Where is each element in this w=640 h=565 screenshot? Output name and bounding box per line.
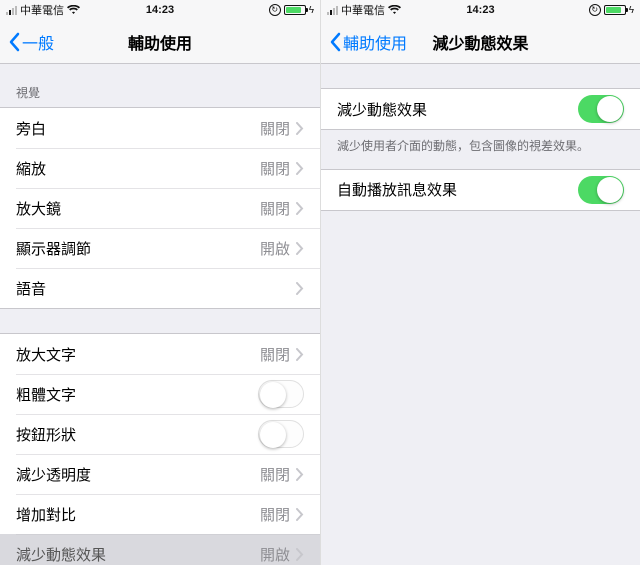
section-footer: 減少使用者介面的動態，包含圖像的視差效果。 bbox=[321, 130, 640, 169]
row-reduce-transparency[interactable]: 減少透明度 關閉 bbox=[0, 454, 320, 494]
row-label: 減少透明度 bbox=[16, 464, 91, 485]
nav-bar: 輔助使用 減少動態效果 bbox=[321, 20, 640, 64]
chevron-right-icon bbox=[296, 242, 304, 255]
row-button-shapes[interactable]: 按鈕形狀 bbox=[0, 414, 320, 454]
row-value: 關閉 bbox=[260, 504, 290, 525]
back-button[interactable]: 輔助使用 bbox=[329, 30, 407, 54]
back-label: 一般 bbox=[22, 30, 54, 54]
row-label: 按鈕形狀 bbox=[16, 424, 76, 445]
row-label: 減少動態效果 bbox=[337, 99, 427, 120]
row-label: 增加對比 bbox=[16, 504, 76, 525]
row-value: 關閉 bbox=[260, 158, 290, 179]
chevron-right-icon bbox=[296, 508, 304, 521]
settings-list[interactable]: 減少動態效果 減少使用者介面的動態，包含圖像的視差效果。 自動播放訊息效果 bbox=[321, 64, 640, 565]
chevron-right-icon bbox=[296, 202, 304, 215]
phone-right: 中華電信 14:23 ↻ ϟ 輔助使用 減少動態效果 bbox=[320, 0, 640, 565]
row-label: 放大文字 bbox=[16, 344, 76, 365]
chevron-right-icon bbox=[296, 162, 304, 175]
row-magnifier[interactable]: 放大鏡 關閉 bbox=[0, 188, 320, 228]
status-bar: 中華電信 14:23 ↻ ϟ bbox=[321, 0, 640, 20]
battery-icon bbox=[604, 5, 626, 15]
nav-bar: 一般 輔助使用 bbox=[0, 20, 320, 64]
status-time: 14:23 bbox=[0, 4, 320, 16]
row-zoom[interactable]: 縮放 關閉 bbox=[0, 148, 320, 188]
row-label: 放大鏡 bbox=[16, 198, 61, 219]
chevron-right-icon bbox=[296, 348, 304, 361]
row-label: 自動播放訊息效果 bbox=[337, 179, 457, 200]
row-value: 關閉 bbox=[260, 118, 290, 139]
row-value: 關閉 bbox=[260, 198, 290, 219]
settings-list[interactable]: 視覺 旁白 關閉 縮放 關閉 放大鏡 關閉 顯示器調節 開啟 bbox=[0, 64, 320, 565]
phone-left: 中華電信 14:23 ↻ ϟ 一般 輔助使用 視覺 bbox=[0, 0, 320, 565]
row-value: 關閉 bbox=[260, 344, 290, 365]
switch-auto-play[interactable] bbox=[578, 176, 624, 204]
row-value: 開啟 bbox=[260, 238, 290, 259]
row-label: 語音 bbox=[16, 278, 46, 299]
row-increase-contrast[interactable]: 增加對比 關閉 bbox=[0, 494, 320, 534]
row-reduce-motion[interactable]: 減少動態效果 開啟 bbox=[0, 534, 320, 565]
back-label: 輔助使用 bbox=[343, 30, 407, 54]
row-bold-text[interactable]: 粗體文字 bbox=[0, 374, 320, 414]
row-value: 開啟 bbox=[260, 544, 290, 565]
chevron-right-icon bbox=[296, 468, 304, 481]
row-reduce-motion-toggle[interactable]: 減少動態效果 bbox=[321, 89, 640, 129]
row-label: 粗體文字 bbox=[16, 384, 76, 405]
section-header-vision: 視覺 bbox=[0, 64, 320, 107]
chevron-left-icon bbox=[8, 32, 20, 52]
battery-icon bbox=[284, 5, 306, 15]
row-display-accommodations[interactable]: 顯示器調節 開啟 bbox=[0, 228, 320, 268]
row-auto-play-effects[interactable]: 自動播放訊息效果 bbox=[321, 170, 640, 210]
row-label: 顯示器調節 bbox=[16, 238, 91, 259]
chevron-left-icon bbox=[329, 32, 341, 52]
row-speech[interactable]: 語音 bbox=[0, 268, 320, 308]
chevron-right-icon bbox=[296, 548, 304, 561]
switch-button-shapes[interactable] bbox=[258, 420, 304, 448]
switch-reduce-motion[interactable] bbox=[578, 95, 624, 123]
row-label: 旁白 bbox=[16, 118, 46, 139]
row-value: 關閉 bbox=[260, 464, 290, 485]
row-label: 減少動態效果 bbox=[16, 544, 106, 565]
chevron-right-icon bbox=[296, 122, 304, 135]
back-button[interactable]: 一般 bbox=[8, 30, 54, 54]
switch-bold-text[interactable] bbox=[258, 380, 304, 408]
status-time: 14:23 bbox=[321, 4, 640, 16]
row-voiceover[interactable]: 旁白 關閉 bbox=[0, 108, 320, 148]
row-label: 縮放 bbox=[16, 158, 46, 179]
row-larger-text[interactable]: 放大文字 關閉 bbox=[0, 334, 320, 374]
chevron-right-icon bbox=[296, 282, 304, 295]
status-bar: 中華電信 14:23 ↻ ϟ bbox=[0, 0, 320, 20]
